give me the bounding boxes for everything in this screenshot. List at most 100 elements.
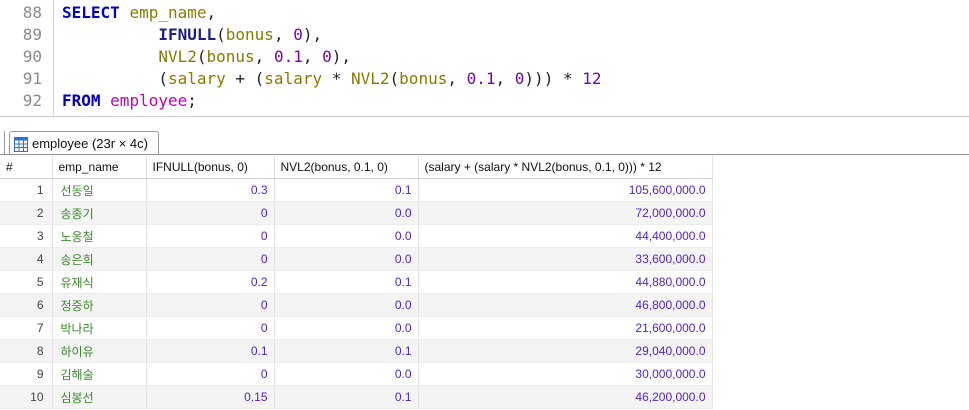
ifnull-cell[interactable]: 0.2 xyxy=(146,270,275,294)
ifnull-cell[interactable]: 0 xyxy=(146,201,275,225)
nvl2-cell[interactable]: 0.0 xyxy=(274,247,419,271)
ifnull-cell[interactable]: 0 xyxy=(146,247,275,271)
code-token: + ( xyxy=(225,69,265,88)
code-token: 0 xyxy=(514,69,525,88)
grid-body: 1 선동일 0.3 0.1 105,600,000.0 2 송종기 0 0.0 72,000,00… xyxy=(0,178,713,409)
code-token: NVL2 xyxy=(351,69,390,88)
line-number: 91 xyxy=(22,69,42,88)
code-token: FROM xyxy=(62,91,101,110)
ifnull-cell[interactable]: 0.15 xyxy=(146,385,275,409)
line-number: 89 xyxy=(22,25,42,44)
table-row[interactable]: 3 노옹철 0 0.0 44,400,000.0 xyxy=(0,224,713,248)
result-tab-label: employee (23r × 4c) xyxy=(32,136,148,151)
code-token: , xyxy=(273,25,294,44)
emp-name-cell[interactable]: 김해술 xyxy=(52,362,147,386)
row-number[interactable]: 3 xyxy=(0,224,53,248)
code-token: , xyxy=(447,69,467,88)
column-header[interactable]: IFNULL(bonus, 0) xyxy=(146,155,275,179)
row-number[interactable]: 1 xyxy=(0,178,53,202)
annual-salary-cell[interactable]: 30,000,000.0 xyxy=(418,362,713,386)
code-token: employee xyxy=(110,91,188,110)
nvl2-cell[interactable]: 0.1 xyxy=(274,385,419,409)
annual-salary-cell[interactable]: 46,200,000.0 xyxy=(418,385,713,409)
nvl2-cell[interactable]: 0.1 xyxy=(274,178,419,202)
annual-salary-cell[interactable]: 33,600,000.0 xyxy=(418,247,713,271)
table-row[interactable]: 1 선동일 0.3 0.1 105,600,000.0 xyxy=(0,178,713,202)
table-row[interactable]: 5 유재식 0.2 0.1 44,880,000.0 xyxy=(0,270,713,294)
annual-salary-cell[interactable]: 44,880,000.0 xyxy=(418,270,713,294)
row-number[interactable]: 10 xyxy=(0,385,53,409)
row-number[interactable]: 2 xyxy=(0,201,53,225)
line-number: 90 xyxy=(22,47,42,66)
result-tab-employee[interactable]: employee (23r × 4c) xyxy=(9,131,159,156)
code-token: 0.1 xyxy=(273,47,303,66)
nvl2-cell[interactable]: 0.0 xyxy=(274,316,419,340)
code-token: salary xyxy=(167,69,226,88)
nvl2-cell[interactable]: 0.0 xyxy=(274,224,419,248)
nvl2-cell[interactable]: 0.1 xyxy=(274,339,419,363)
table-row[interactable]: 6 정중하 0 0.0 46,800,000.0 xyxy=(0,293,713,317)
ifnull-cell[interactable]: 0.3 xyxy=(146,178,275,202)
table-row[interactable]: 7 박나라 0 0.0 21,600,000.0 xyxy=(0,316,713,340)
emp-name-cell[interactable]: 정중하 xyxy=(52,293,147,317)
ifnull-cell[interactable]: 0 xyxy=(146,293,275,317)
column-header[interactable]: emp_name xyxy=(52,155,147,179)
result-table: # emp_name IFNULL(bonus, 0) NVL2(bonus, 0.1… xyxy=(0,155,713,409)
gutter-separator xyxy=(53,0,54,116)
annual-salary-cell[interactable]: 105,600,000.0 xyxy=(418,178,713,202)
emp-name-cell[interactable]: 유재식 xyxy=(52,270,147,294)
ifnull-cell[interactable]: 0 xyxy=(146,316,275,340)
table-row[interactable]: 8 하이유 0.1 0.1 29,040,000.0 xyxy=(0,339,713,363)
table-row[interactable]: 2 송종기 0 0.0 72,000,000.0 xyxy=(0,201,713,225)
ifnull-cell[interactable]: 0 xyxy=(146,224,275,248)
table-row[interactable]: 4 송은희 0 0.0 33,600,000.0 xyxy=(0,247,713,271)
code-token: bonus xyxy=(225,25,274,44)
emp-name-cell[interactable]: 심봉선 xyxy=(52,385,147,409)
row-number[interactable]: 8 xyxy=(0,339,53,363)
row-number-header[interactable]: # xyxy=(0,155,53,179)
ifnull-cell[interactable]: 0.1 xyxy=(146,339,275,363)
nvl2-cell[interactable]: 0.0 xyxy=(274,201,419,225)
code-token: bonus xyxy=(206,47,255,66)
code-text: IFNULL(bonus, 0), xyxy=(62,24,322,46)
emp-name-cell[interactable]: 송종기 xyxy=(52,201,147,225)
ifnull-cell[interactable]: 0 xyxy=(146,362,275,386)
result-grid[interactable]: # emp_name IFNULL(bonus, 0) NVL2(bonus, 0.1… xyxy=(0,154,969,410)
sql-editor[interactable]: 88 SELECT emp_name, 89 IFNULL(bonus, 0), 90… xyxy=(0,0,969,116)
nvl2-cell[interactable]: 0.0 xyxy=(274,362,419,386)
annual-salary-cell[interactable]: 46,800,000.0 xyxy=(418,293,713,317)
code-token: IFNULL xyxy=(158,25,217,44)
annual-salary-cell[interactable]: 72,000,000.0 xyxy=(418,201,713,225)
code-token: ( xyxy=(62,69,168,88)
code-token: SELECT xyxy=(62,3,120,22)
nvl2-cell[interactable]: 0.0 xyxy=(274,293,419,317)
table-row[interactable]: 9 김해술 0 0.0 30,000,000.0 xyxy=(0,362,713,386)
row-number[interactable]: 9 xyxy=(0,362,53,386)
table-row[interactable]: 10 심봉선 0.15 0.1 46,200,000.0 xyxy=(0,385,713,409)
annual-salary-cell[interactable]: 21,600,000.0 xyxy=(418,316,713,340)
emp-name-cell[interactable]: 송은희 xyxy=(52,247,147,271)
code-token: ), xyxy=(331,47,352,66)
row-number[interactable]: 4 xyxy=(0,247,53,271)
code-token: 0 xyxy=(322,47,332,66)
column-header[interactable]: (salary + (salary * NVL2(bonus, 0.1, 0))… xyxy=(418,155,713,179)
annual-salary-cell[interactable]: 44,400,000.0 xyxy=(418,224,713,248)
code-text: (salary + (salary * NVL2(bonus, 0.1, 0))… xyxy=(62,68,601,90)
code-token: NVL2 xyxy=(158,47,197,66)
annual-salary-cell[interactable]: 29,040,000.0 xyxy=(418,339,713,363)
emp-name-cell[interactable]: 선동일 xyxy=(52,178,147,202)
code-text: FROM employee; xyxy=(62,90,197,112)
table-grid-icon xyxy=(14,136,28,152)
emp-name-cell[interactable]: 노옹철 xyxy=(52,224,147,248)
row-number[interactable]: 6 xyxy=(0,293,53,317)
row-number[interactable]: 7 xyxy=(0,316,53,340)
line-number: 92 xyxy=(22,91,42,110)
row-number[interactable]: 5 xyxy=(0,270,53,294)
emp-name-cell[interactable]: 하이유 xyxy=(52,339,147,363)
emp-name-cell[interactable]: 박나라 xyxy=(52,316,147,340)
code-token: ( xyxy=(389,69,400,88)
column-header[interactable]: NVL2(bonus, 0.1, 0) xyxy=(274,155,419,179)
nvl2-cell[interactable]: 0.1 xyxy=(274,270,419,294)
